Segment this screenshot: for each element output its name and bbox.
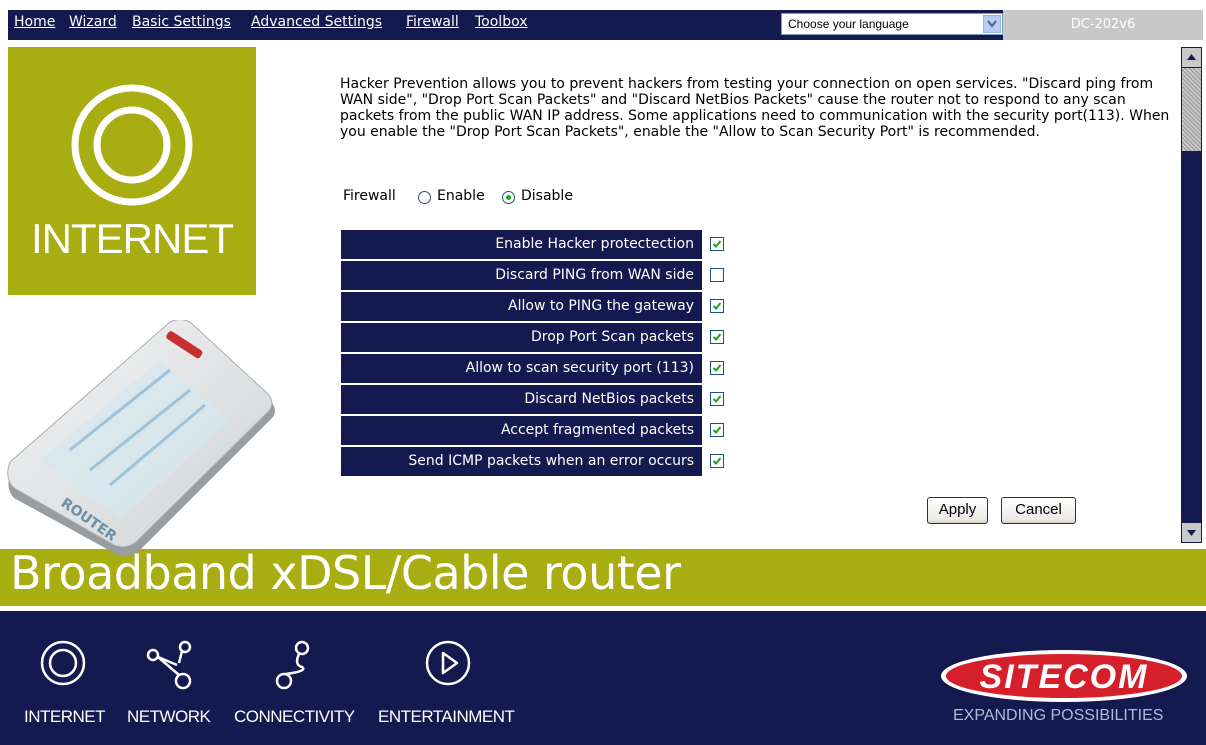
option-row: Accept fragmented packets [341, 416, 729, 445]
option-checkbox[interactable] [710, 299, 724, 313]
sitecom-logo-text: SITECOM [980, 658, 1149, 696]
internet-ring-icon [40, 640, 86, 686]
option-label: Enable Hacker protectection [341, 230, 702, 259]
nav-firewall[interactable]: Firewall [406, 14, 459, 30]
footer: INTERNET NETWORK CONNECTIVITY ENTERTAINM… [0, 611, 1206, 745]
option-checkbox[interactable] [710, 392, 724, 406]
internet-tile: INTERNET [8, 47, 256, 295]
firewall-disable-label[interactable]: Disable [521, 188, 573, 204]
language-select-value: Choose your language [788, 17, 909, 31]
option-checkbox[interactable] [710, 454, 724, 468]
top-nav: Home Wizard Basic Settings Advanced Sett… [8, 10, 1203, 40]
checkmark-icon [712, 457, 722, 465]
footer-internet-label: INTERNET [24, 707, 106, 726]
nav-home[interactable]: Home [14, 14, 55, 30]
checkmark-icon [712, 240, 722, 248]
scroll-down-icon[interactable] [1182, 523, 1201, 542]
option-checkbox[interactable] [710, 268, 724, 282]
option-label: Discard PING from WAN side [341, 261, 702, 290]
option-checkbox[interactable] [710, 423, 724, 437]
footer-connectivity-label: CONNECTIVITY [234, 707, 355, 726]
router-image: ROUTER [7, 320, 275, 557]
checkmark-icon [712, 364, 722, 372]
network-icon [146, 640, 192, 690]
footer-network[interactable]: NETWORK [120, 611, 230, 745]
option-checkbox[interactable] [710, 330, 724, 344]
footer-entertainment[interactable]: ENTERTAINMENT [375, 611, 535, 745]
firewall-disable-radio[interactable] [502, 191, 515, 204]
firewall-enable-radio[interactable] [418, 191, 431, 204]
option-row: Send ICMP packets when an error occurs [341, 447, 729, 476]
nav-toolbox[interactable]: Toolbox [475, 14, 528, 30]
checkmark-icon [712, 395, 722, 403]
firewall-enable-label[interactable]: Enable [437, 188, 485, 204]
footer-network-label: NETWORK [127, 707, 211, 726]
play-icon [425, 640, 471, 686]
option-row: Allow to scan security port (113) [341, 354, 729, 383]
footer-connectivity[interactable]: CONNECTIVITY [232, 611, 372, 745]
sitecom-logo[interactable]: SITECOM [940, 649, 1188, 703]
model-name: DC-202v6 [1003, 10, 1203, 40]
checkmark-icon [712, 302, 722, 310]
option-checkbox[interactable] [710, 237, 724, 251]
option-label: Allow to scan security port (113) [341, 354, 702, 383]
brand-tagline: EXPANDING POSSIBILITIES [953, 707, 1164, 724]
option-label: Drop Port Scan packets [341, 323, 702, 352]
option-checkbox[interactable] [710, 361, 724, 375]
nav-advanced-settings[interactable]: Advanced Settings [251, 14, 382, 30]
checkmark-icon [712, 426, 722, 434]
footer-entertainment-label: ENTERTAINMENT [378, 707, 515, 726]
language-select[interactable]: Choose your language [781, 13, 1003, 35]
option-row: Allow to PING the gateway [341, 292, 729, 321]
option-row: Enable Hacker protectection [341, 230, 729, 259]
connectivity-icon [275, 640, 310, 690]
nav-basic-settings[interactable]: Basic Settings [132, 14, 231, 30]
internet-ring-icon [71, 84, 193, 206]
apply-button[interactable]: Apply [927, 497, 988, 524]
cancel-button[interactable]: Cancel [1001, 497, 1076, 524]
option-label: Send ICMP packets when an error occurs [341, 447, 702, 476]
scrollbar-thumb[interactable] [1182, 68, 1201, 151]
internet-tile-label: INTERNET [31, 215, 234, 262]
checkmark-icon [712, 333, 722, 341]
footer-internet[interactable]: INTERNET [0, 611, 120, 745]
chevron-down-icon[interactable] [983, 15, 1001, 33]
option-row: Drop Port Scan packets [341, 323, 729, 352]
option-label: Accept fragmented packets [341, 416, 702, 445]
scroll-up-icon[interactable] [1182, 48, 1201, 67]
option-label: Allow to PING the gateway [341, 292, 702, 321]
option-row: Discard PING from WAN side [341, 261, 729, 290]
option-row: Discard NetBios packets [341, 385, 729, 414]
firewall-label: Firewall [343, 188, 396, 204]
option-label: Discard NetBios packets [341, 385, 702, 414]
scrollbar[interactable] [1181, 47, 1202, 543]
description-text: Hacker Prevention allows you to prevent … [340, 76, 1170, 140]
nav-wizard[interactable]: Wizard [69, 14, 117, 30]
